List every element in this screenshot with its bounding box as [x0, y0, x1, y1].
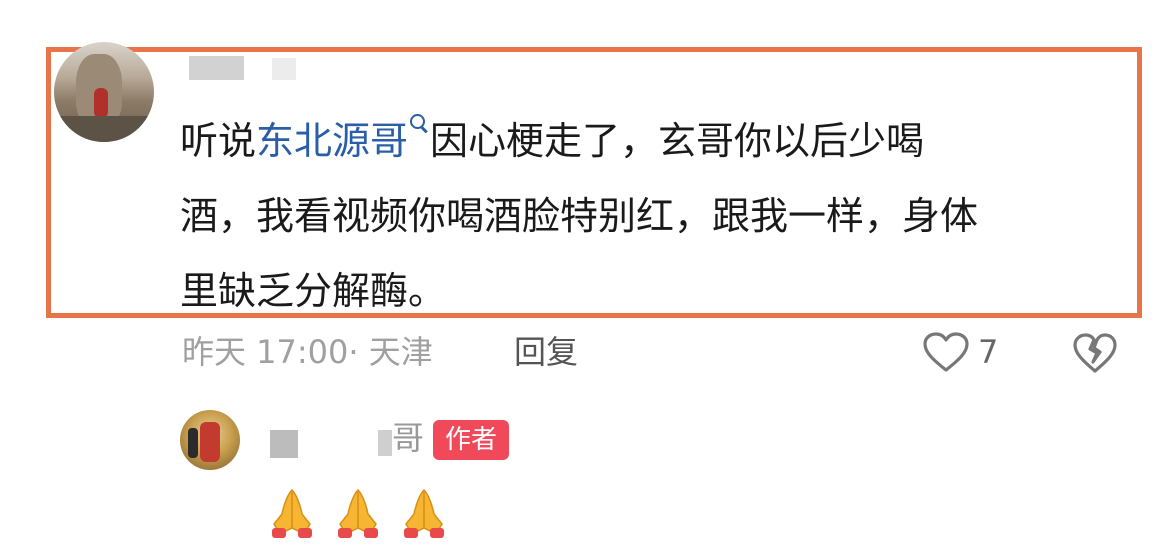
avatar-figure	[94, 88, 108, 118]
broken-heart-icon[interactable]	[1072, 332, 1118, 374]
comment-text: 听说东北源哥 因心梗走了，玄哥你以后少喝 酒，我看视频你喝酒脸特别红，跟我一样，身…	[180, 104, 1120, 329]
avatar-figure-2	[200, 422, 220, 462]
comment-text-post: 因心梗走了，玄哥你以后少喝	[430, 119, 925, 163]
author-badge: 作者	[433, 420, 510, 460]
comment-line-1: 听说东北源哥 因心梗走了，玄哥你以后少喝	[180, 104, 1120, 179]
comment-text-pre: 听说	[180, 119, 257, 163]
heart-icon	[923, 332, 969, 372]
search-icon[interactable]	[408, 104, 430, 144]
comment-line-2: 酒，我看视频你喝酒脸特别红，跟我一样，身体	[180, 194, 979, 238]
username-blurred[interactable]	[189, 56, 244, 80]
pray-emoji	[404, 488, 444, 538]
reply-button[interactable]: 回复	[514, 330, 578, 374]
author-name-blurred-2	[378, 430, 392, 456]
avatar-shore	[54, 116, 154, 142]
topic-link[interactable]: 东北源哥	[256, 119, 408, 163]
username-blurred-2	[272, 58, 296, 80]
pray-emoji	[338, 488, 378, 538]
like-count: 7	[978, 333, 999, 371]
pray-emoji	[272, 488, 312, 538]
comment-line-3: 里缺乏分解酶。	[180, 269, 447, 313]
reply-content	[266, 484, 450, 540]
avatar-figure-1	[188, 428, 198, 458]
author-name-tail[interactable]: 哥	[392, 416, 424, 460]
author-avatar[interactable]	[180, 410, 240, 470]
author-name-blurred[interactable]	[270, 430, 298, 458]
avatar[interactable]	[54, 42, 154, 142]
like-button[interactable]: 7	[922, 330, 998, 374]
comment-meta: 昨天 17:00· 天津	[182, 333, 433, 371]
